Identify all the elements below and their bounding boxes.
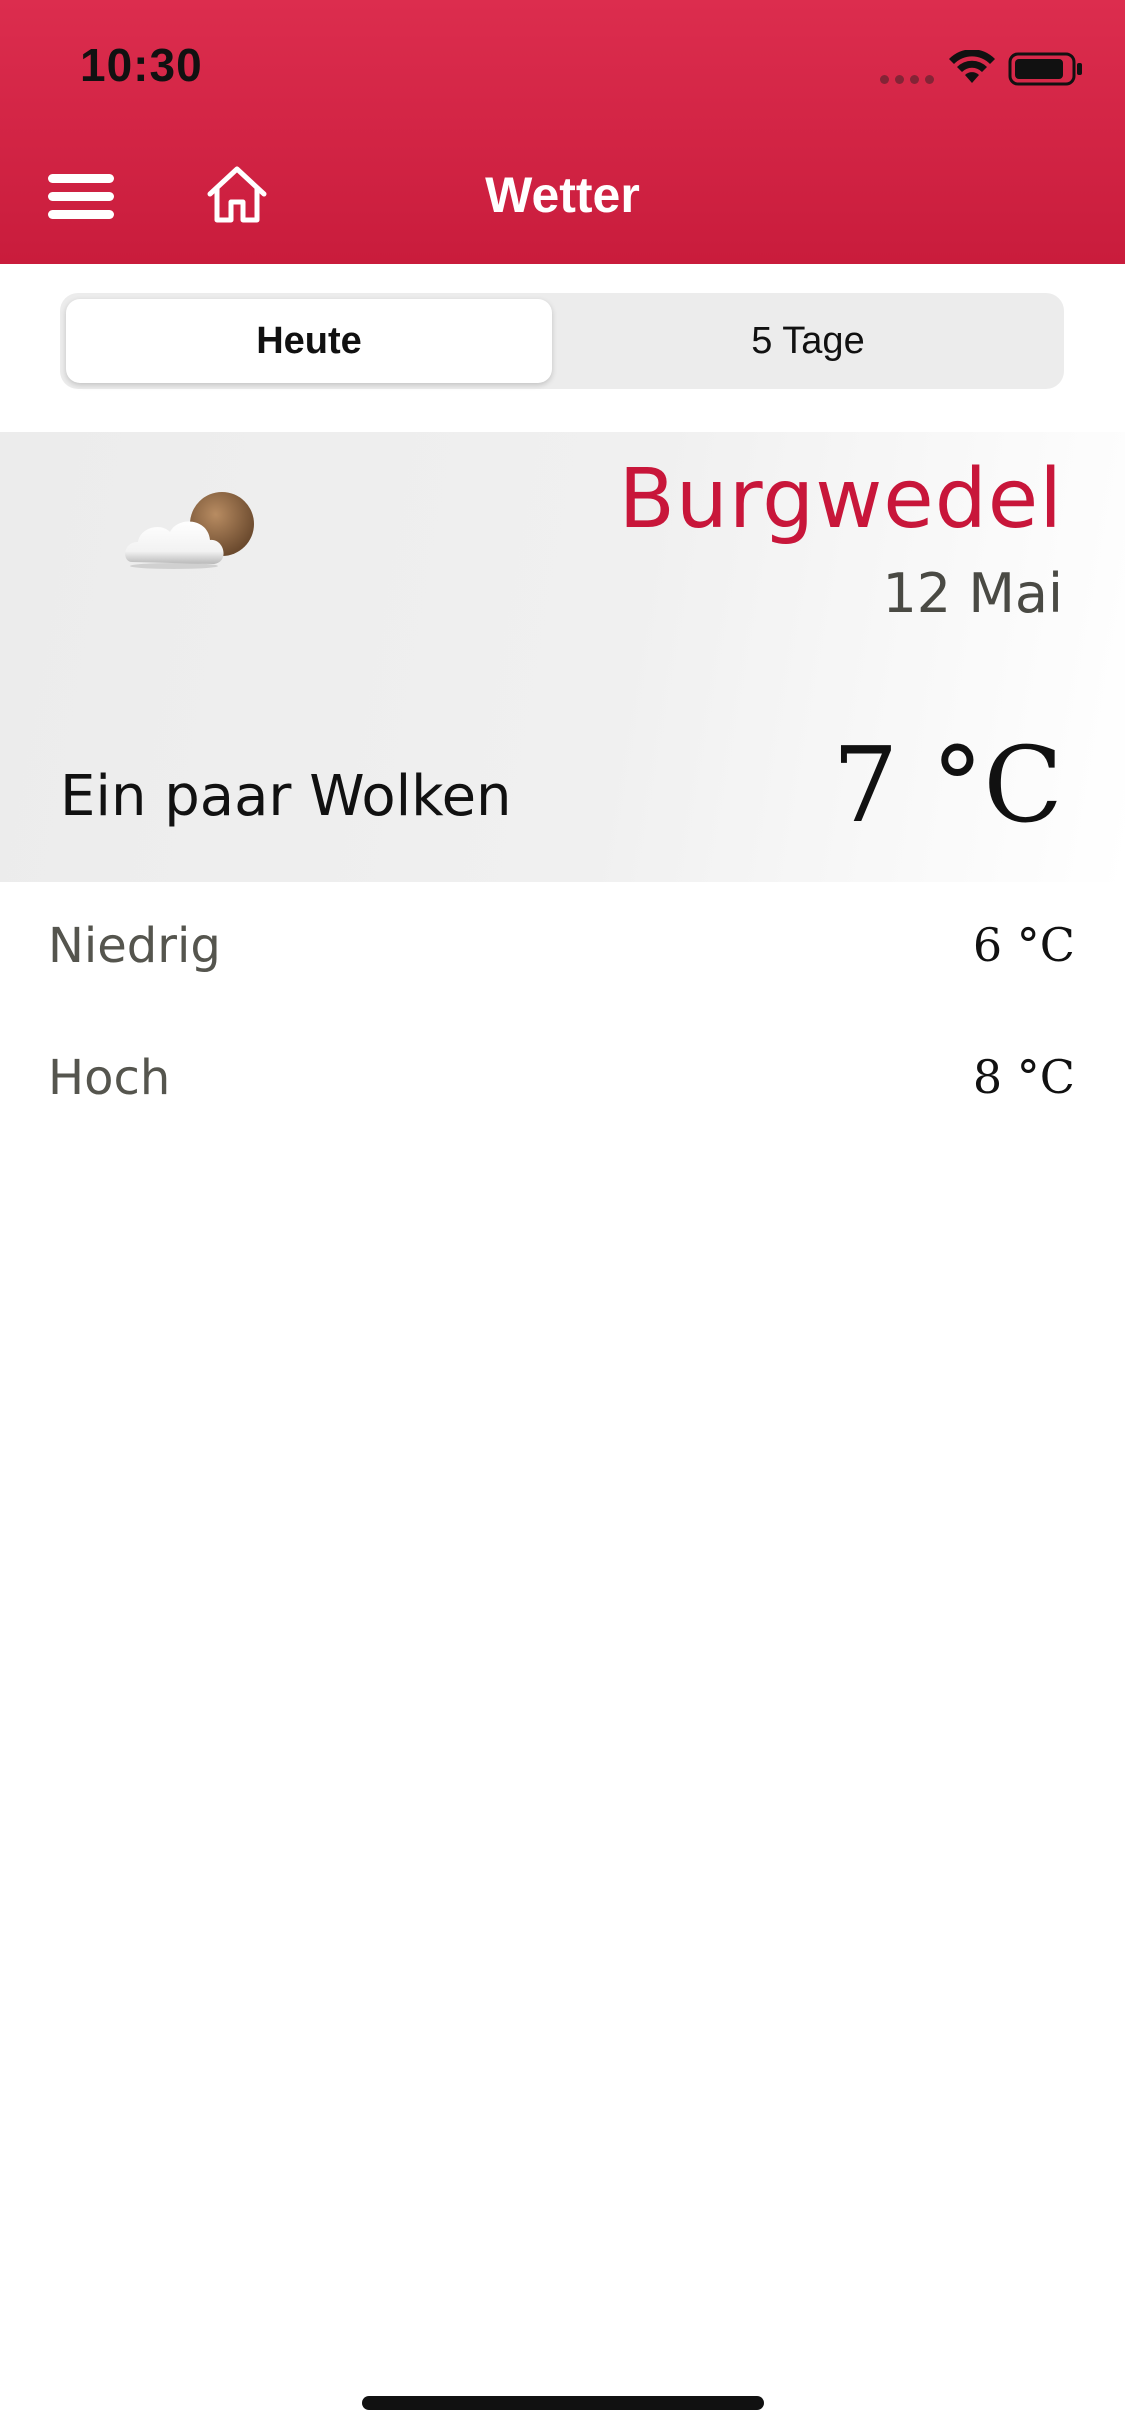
low-temperature-row: Niedrig 6 °C (0, 918, 1125, 998)
tab-heute[interactable]: Heute (66, 299, 552, 383)
high-temperature-value: 8 °C (972, 1050, 1075, 1104)
page-title: Wetter (485, 167, 640, 223)
current-temperature: 7 °C (832, 724, 1063, 846)
low-temperature-value: 6 °C (972, 918, 1075, 972)
day-range-segmented-control: Heute 5 Tage (60, 293, 1064, 389)
battery-icon (1008, 52, 1082, 86)
weather-screen: 10:30 Wetter Heute 5 Tage Burgwedel 12 M… (0, 0, 1125, 2436)
city-name: Burgwedel (618, 452, 1063, 547)
cellular-signal-icon (880, 75, 936, 85)
cloud-night-icon (125, 492, 254, 569)
low-temperature-label: Niedrig (48, 918, 221, 974)
tab-5-tage[interactable]: 5 Tage (558, 299, 1058, 383)
app-header: 10:30 Wetter (0, 0, 1125, 264)
status-time: 10:30 (80, 39, 203, 91)
high-temperature-label: Hoch (48, 1050, 171, 1106)
current-weather-card: Burgwedel 12 Mai Ein paar Wolken 7 °C (0, 432, 1125, 882)
forecast-date: 12 Mai (882, 562, 1063, 625)
weather-condition: Ein paar Wolken (60, 764, 512, 829)
high-temperature-row: Hoch 8 °C (0, 1050, 1125, 1130)
wifi-icon (949, 50, 995, 83)
home-indicator[interactable] (362, 2396, 764, 2410)
